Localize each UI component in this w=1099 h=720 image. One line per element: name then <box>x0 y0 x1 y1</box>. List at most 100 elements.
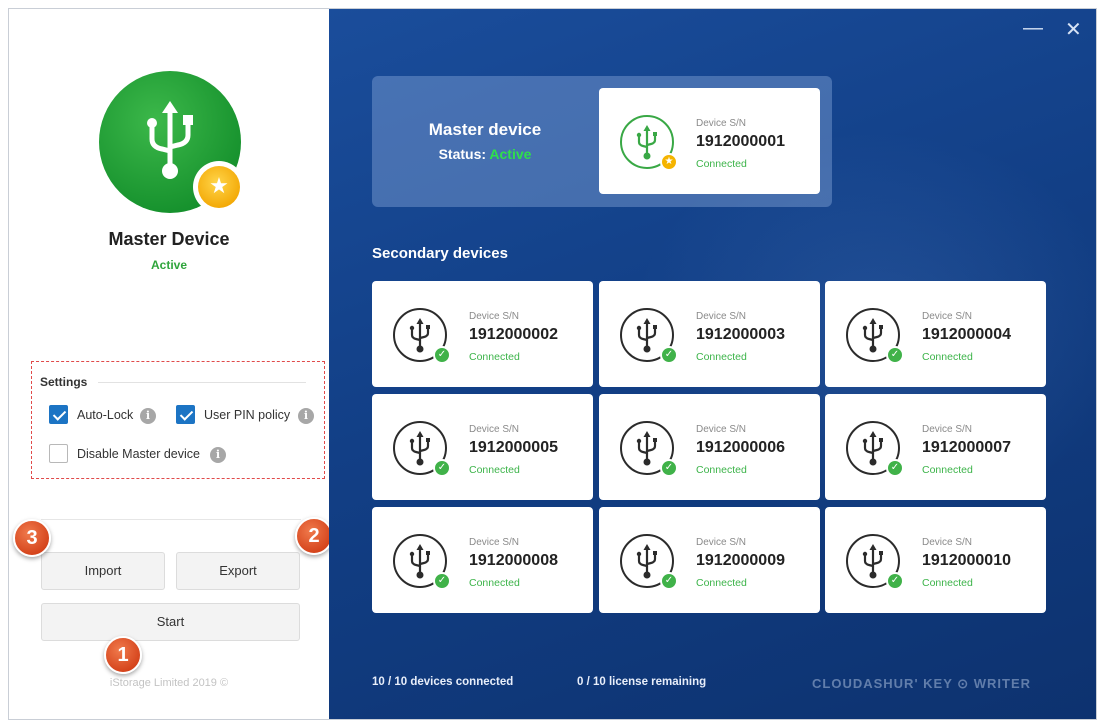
device-icon-wrap: ✓ <box>620 308 678 364</box>
secondary-device-card[interactable]: ✓ Device S/N 1912000005 Connected <box>372 394 593 500</box>
usb-icon <box>862 544 883 579</box>
start-button[interactable]: Start <box>41 603 300 641</box>
usb-icon <box>409 544 430 579</box>
star-icon: ★ <box>198 166 240 208</box>
secondary-device-card[interactable]: ✓ Device S/N 1912000004 Connected <box>825 281 1046 387</box>
device-icon-wrap: ✓ <box>393 421 451 477</box>
device-icon-wrap: ✓ <box>846 308 904 364</box>
secondary-device-card[interactable]: ✓ Device S/N 1912000006 Connected <box>599 394 820 500</box>
device-icon-wrap: ✓ <box>846 421 904 477</box>
device-sn-label: Device S/N <box>922 311 973 322</box>
device-status: Connected <box>469 577 520 589</box>
secondary-device-card[interactable]: ✓ Device S/N 1912000002 Connected <box>372 281 593 387</box>
usb-icon <box>147 101 193 179</box>
usb-icon <box>409 431 430 466</box>
close-button[interactable]: ✕ <box>1065 17 1082 42</box>
device-sn-label: Device S/N <box>696 537 747 548</box>
user-pin-policy-checkbox[interactable] <box>176 405 195 424</box>
device-sn: 1912000002 <box>469 326 558 343</box>
device-sn-label: Device S/N <box>469 311 520 322</box>
device-icon-wrap: ✓ <box>393 308 451 364</box>
left-panel: ★ Master Device Active Settings Auto-Loc… <box>9 9 333 719</box>
check-icon: ✓ <box>433 346 451 364</box>
device-sn-label: Device S/N <box>922 537 973 548</box>
export-button[interactable]: Export <box>176 552 300 590</box>
device-sn-label: Device S/N <box>696 118 747 129</box>
device-status: Connected <box>469 464 520 476</box>
check-icon: ✓ <box>660 572 678 590</box>
device-status: Connected <box>696 351 747 363</box>
check-icon: ✓ <box>433 572 451 590</box>
auto-lock-checkbox[interactable] <box>49 405 68 424</box>
device-sn: 1912000008 <box>469 552 558 569</box>
user-pin-policy-info-icon[interactable]: i <box>298 408 314 424</box>
master-label: Master device <box>428 120 542 139</box>
device-status: Connected <box>696 158 747 170</box>
device-sn: 1912000001 <box>696 133 785 150</box>
settings-heading: Settings <box>40 375 88 389</box>
secondary-devices-title: Secondary devices <box>372 245 508 262</box>
device-sn-label: Device S/N <box>469 537 520 548</box>
device-sn-label: Device S/N <box>469 424 520 435</box>
master-status-prefix: Status: <box>438 146 487 162</box>
disable-master-checkbox[interactable] <box>49 444 68 463</box>
device-sn: 1912000003 <box>696 326 785 343</box>
brand-logo: CLOUDASHUR' KEY ⊙ WRITER <box>812 676 1032 691</box>
usb-icon <box>636 318 657 353</box>
usb-icon <box>636 125 657 160</box>
device-status: Connected <box>922 464 973 476</box>
device-sn: 1912000006 <box>696 439 785 456</box>
secondary-device-card[interactable]: ✓ Device S/N 1912000009 Connected <box>599 507 820 613</box>
callout-marker-1: 1 <box>104 636 142 674</box>
auto-lock-info-icon[interactable]: i <box>140 408 156 424</box>
usb-icon <box>409 318 430 353</box>
master-device-panel: Master device Status: Active ★ Device S/… <box>372 76 832 207</box>
user-pin-policy-label: User PIN policy <box>204 408 291 422</box>
secondary-device-card[interactable]: ✓ Device S/N 1912000010 Connected <box>825 507 1046 613</box>
usb-icon <box>862 431 883 466</box>
callout-marker-2: 2 <box>295 517 333 555</box>
settings-panel: Settings Auto-Lock i User PIN policy i D… <box>31 361 325 479</box>
device-sn: 1912000004 <box>922 326 1011 343</box>
usb-icon <box>636 431 657 466</box>
copyright-text: iStorage Limited 2019 © <box>109 677 229 689</box>
device-sn: 1912000010 <box>922 552 1011 569</box>
device-icon-wrap: ✓ <box>620 534 678 590</box>
device-status: Connected <box>696 577 747 589</box>
check-icon: ✓ <box>660 459 678 477</box>
auto-lock-label: Auto-Lock <box>77 408 134 422</box>
settings-divider <box>98 382 306 383</box>
license-remaining-text: 0 / 10 license remaining <box>577 676 707 688</box>
app-window: ★ Master Device Active Settings Auto-Loc… <box>8 8 1097 720</box>
import-button[interactable]: Import <box>41 552 165 590</box>
devices-connected-text: 10 / 10 devices connected <box>372 676 514 688</box>
master-device-card[interactable]: ★ Device S/N 1912000001 Connected <box>599 88 820 194</box>
device-icon-wrap: ✓ <box>393 534 451 590</box>
device-status: Connected <box>469 351 520 363</box>
device-status: Connected <box>696 464 747 476</box>
device-icon-wrap: ★ <box>620 115 678 171</box>
device-icon-wrap: ✓ <box>846 534 904 590</box>
device-sn-label: Device S/N <box>696 424 747 435</box>
check-icon: ✓ <box>886 459 904 477</box>
disable-master-info-icon[interactable]: i <box>210 447 226 463</box>
right-panel: — ✕ Master device Status: Active ★ Devic… <box>329 9 1096 719</box>
device-sn-label: Device S/N <box>922 424 973 435</box>
disable-master-label: Disable Master device <box>77 447 200 461</box>
minimize-button[interactable]: — <box>1023 17 1043 40</box>
buttons-divider <box>41 519 301 520</box>
check-icon: ✓ <box>886 572 904 590</box>
secondary-device-card[interactable]: ✓ Device S/N 1912000007 Connected <box>825 394 1046 500</box>
master-status-value: Active <box>489 146 532 162</box>
device-status: Active <box>150 258 188 272</box>
master-star-badge: ★ <box>193 161 245 213</box>
device-sn: 1912000009 <box>696 552 785 569</box>
secondary-device-card[interactable]: ✓ Device S/N 1912000008 Connected <box>372 507 593 613</box>
device-sn: 1912000007 <box>922 439 1011 456</box>
usb-icon <box>862 318 883 353</box>
check-icon: ✓ <box>660 346 678 364</box>
device-status: Connected <box>922 577 973 589</box>
usb-icon <box>636 544 657 579</box>
master-status: Status: Active <box>372 146 598 162</box>
secondary-device-card[interactable]: ✓ Device S/N 1912000003 Connected <box>599 281 820 387</box>
